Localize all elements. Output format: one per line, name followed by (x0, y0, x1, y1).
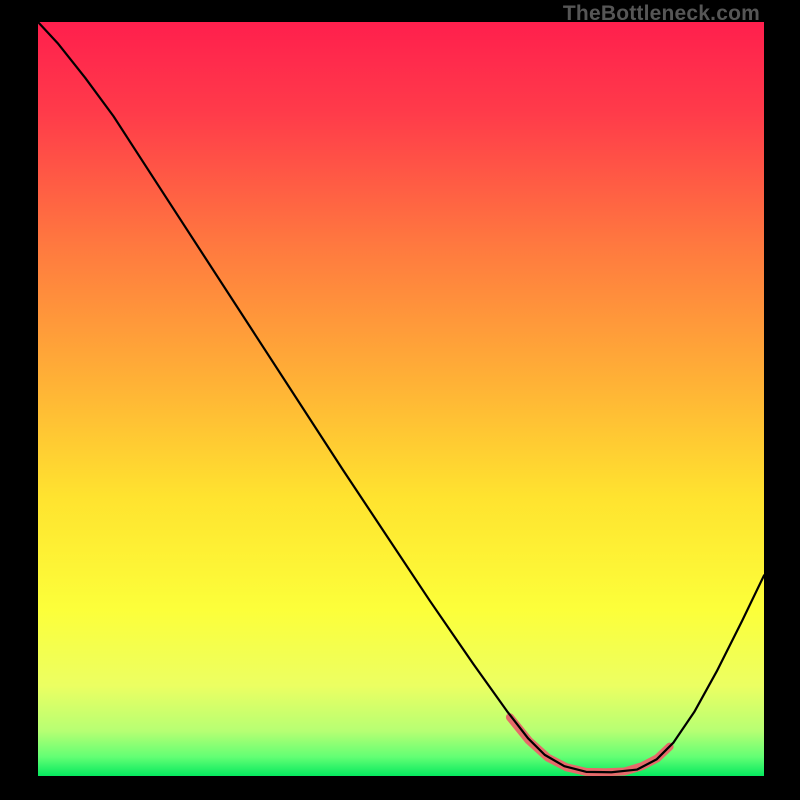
curve-layer (38, 22, 764, 776)
watermark: TheBottleneck.com (563, 2, 760, 26)
bottleneck-curve-line (38, 22, 764, 772)
plot-area (38, 22, 764, 776)
outer-frame: TheBottleneck.com (0, 0, 800, 800)
